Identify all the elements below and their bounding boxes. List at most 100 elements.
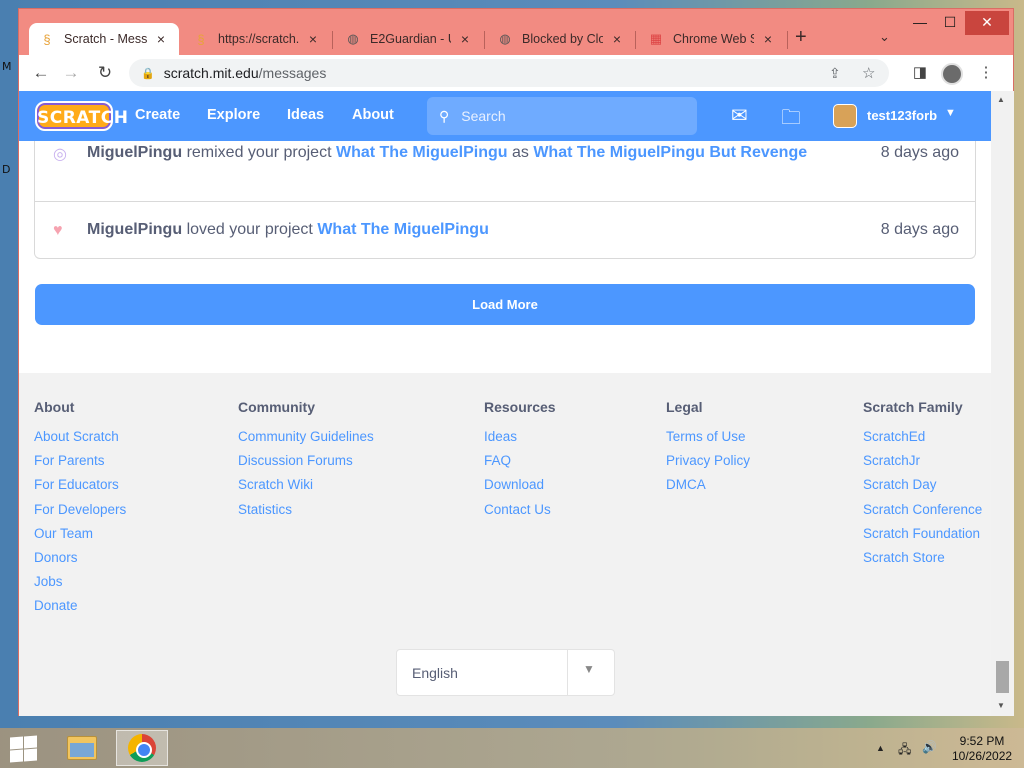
desktop-icon-fragment: M [2, 60, 12, 73]
footer-link[interactable]: ScratchEd [863, 429, 982, 453]
message-timestamp: 8 days ago [880, 144, 959, 161]
network-icon[interactable]: 🖧 [898, 740, 911, 761]
new-tab-button[interactable]: + [795, 26, 807, 49]
clock-time: 9:52 PM [959, 734, 1005, 748]
footer-link[interactable]: Our Team [34, 526, 126, 550]
nav-explore[interactable]: Explore [207, 107, 260, 123]
tab-strip: § Scratch - Messages × § https://scratch… [19, 9, 1013, 55]
footer-link[interactable]: ScratchJr [863, 453, 982, 477]
url-path: /messages [258, 65, 327, 81]
user-avatar[interactable] [833, 104, 857, 128]
footer-link[interactable]: Scratch Wiki [238, 477, 374, 501]
footer-link[interactable]: Scratch Day [863, 477, 982, 501]
message-project-link[interactable]: What The MiguelPingu [336, 144, 508, 161]
message-item: ♥ MiguelPingu loved your project What Th… [35, 202, 975, 258]
minimize-button[interactable]: — [905, 11, 935, 35]
close-tab-icon[interactable]: × [305, 31, 321, 47]
scratch-cat-icon: § [43, 31, 51, 47]
language-select[interactable]: English ▼ [396, 649, 615, 696]
close-tab-icon[interactable]: × [609, 31, 625, 47]
system-clock[interactable]: 9:52 PM 10/26/2022 [952, 734, 1012, 764]
chrome-window: § Scratch - Messages × § https://scratch… [18, 8, 1014, 716]
footer-link[interactable]: About Scratch [34, 429, 126, 453]
footer-column-community: Community Community Guidelines Discussio… [238, 399, 374, 526]
username[interactable]: test123forb [867, 108, 937, 123]
footer-link[interactable]: Donors [34, 550, 126, 574]
footer-link[interactable]: Discussion Forums [238, 453, 374, 477]
back-arrow-icon[interactable]: ← [29, 61, 53, 85]
footer-link[interactable]: Donate [34, 598, 126, 622]
side-panel-icon[interactable]: ◨ [909, 63, 931, 81]
nav-create[interactable]: Create [135, 107, 180, 123]
load-more-button[interactable]: Load More [35, 284, 975, 325]
footer-link[interactable]: Jobs [34, 574, 126, 598]
close-tab-icon[interactable]: × [457, 31, 473, 47]
maximize-button[interactable]: ☐ [935, 11, 965, 35]
globe-icon: ◍ [499, 31, 511, 46]
footer-link[interactable]: Download [484, 477, 556, 501]
windows-start-icon[interactable] [8, 735, 38, 763]
menu-kebab-icon[interactable]: ⋮ [975, 63, 997, 81]
message-user-link[interactable]: MiguelPingu [87, 144, 182, 161]
message-project-link[interactable]: What The MiguelPingu [317, 221, 489, 238]
footer-link[interactable]: Ideas [484, 429, 556, 453]
tab-search-button[interactable]: ⌄ [879, 29, 890, 45]
folder-icon [67, 736, 97, 760]
show-hidden-icons-icon[interactable]: ▲ [876, 743, 885, 753]
footer-heading: Community [238, 399, 315, 415]
footer-link[interactable]: FAQ [484, 453, 556, 477]
footer-link[interactable]: Terms of Use [666, 429, 750, 453]
profile-avatar-icon[interactable] [941, 63, 963, 85]
footer-link[interactable]: For Parents [34, 453, 126, 477]
footer-link[interactable]: For Developers [34, 502, 126, 526]
page-scrollbar[interactable]: ▲ ▼ [991, 91, 1014, 716]
footer: About About Scratch For Parents For Educ… [19, 373, 991, 716]
footer-heading: Scratch Family [863, 399, 963, 415]
tab-chrome-web-store[interactable]: ▦ Chrome Web Store × [638, 23, 786, 55]
search-input[interactable]: ⚲ Search [427, 97, 697, 135]
footer-link[interactable]: DMCA [666, 477, 750, 501]
message-user-link[interactable]: MiguelPingu [87, 221, 182, 238]
footer-link[interactable]: For Educators [34, 477, 126, 501]
nav-about[interactable]: About [352, 107, 394, 123]
footer-column-resources: Resources Ideas FAQ Download Contact Us [484, 399, 556, 526]
address-bar[interactable]: 🔒 scratch.mit.edu/messages ⇪ ☆ [129, 59, 889, 87]
tab-scratch-url[interactable]: § https://scratch.mit.edu × [183, 23, 331, 55]
close-window-button[interactable]: ✕ [965, 11, 1009, 35]
taskbar-file-explorer[interactable] [56, 730, 108, 766]
taskbar-chrome[interactable] [116, 730, 168, 766]
scrollbar-thumb[interactable] [996, 661, 1009, 693]
footer-heading: Resources [484, 399, 556, 415]
tab-scratch-messages[interactable]: § Scratch - Messages × [29, 23, 179, 55]
message-verb: loved your project [186, 221, 313, 238]
footer-link[interactable]: Statistics [238, 502, 374, 526]
tab-blocked-by-cloud[interactable]: ◍ Blocked by Cloud × [487, 23, 635, 55]
scratch-logo[interactable]: SCRATCH [35, 101, 128, 131]
volume-icon[interactable]: 🔊 [922, 740, 937, 754]
footer-link[interactable]: Scratch Store [863, 550, 982, 574]
footer-link[interactable]: Community Guidelines [238, 429, 374, 453]
chevron-down-icon[interactable]: ▼ [945, 107, 956, 119]
my-stuff-folder-icon[interactable]: 🗀 [781, 103, 801, 137]
reload-icon[interactable]: ↻ [93, 61, 117, 85]
message-connector: as [511, 144, 529, 161]
message-remix-link[interactable]: What The MiguelPingu But Revenge [533, 144, 807, 161]
messages-list: ◎ MiguelPingu remixed your project What … [34, 141, 976, 259]
footer-link[interactable]: Contact Us [484, 502, 556, 526]
forward-arrow-icon[interactable]: → [59, 61, 83, 85]
scratch-cat-icon: § [197, 31, 205, 47]
close-tab-icon[interactable]: × [153, 31, 169, 47]
scroll-up-arrow-icon[interactable]: ▲ [997, 95, 1005, 104]
footer-link[interactable]: Scratch Conference [863, 502, 982, 526]
footer-heading: Legal [666, 399, 703, 415]
bookmark-star-icon[interactable]: ☆ [862, 64, 875, 82]
tab-e2guardian[interactable]: ◍ E2Guardian - Unknown × [335, 23, 483, 55]
share-icon[interactable]: ⇪ [829, 65, 841, 82]
nav-ideas[interactable]: Ideas [287, 107, 324, 123]
language-divider [567, 650, 568, 695]
footer-link[interactable]: Scratch Foundation [863, 526, 982, 550]
messages-envelope-icon[interactable]: ✉ [731, 103, 748, 128]
scroll-down-arrow-icon[interactable]: ▼ [997, 701, 1005, 710]
footer-link[interactable]: Privacy Policy [666, 453, 750, 477]
close-tab-icon[interactable]: × [760, 31, 776, 47]
